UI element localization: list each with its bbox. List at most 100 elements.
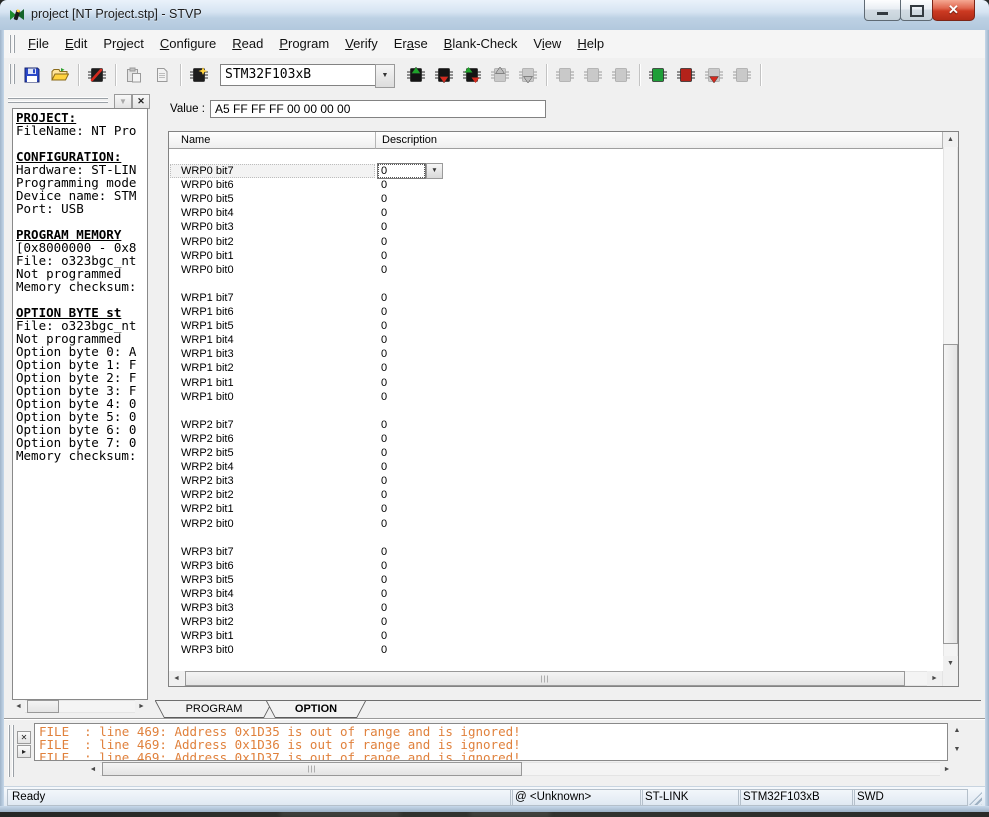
- paste-button: [120, 61, 148, 89]
- verify-current-tab-button[interactable]: [458, 61, 486, 89]
- table-row[interactable]: WRP1 bit30: [169, 347, 939, 361]
- table-row[interactable]: WRP2 bit00: [169, 517, 939, 531]
- table-row[interactable]: WRP2 bit60: [169, 432, 939, 446]
- table-row[interactable]: WRP1 bit50: [169, 319, 939, 333]
- table-row[interactable]: WRP0 bit40: [169, 206, 939, 220]
- table-row[interactable]: WRP2 bit50: [169, 446, 939, 460]
- table-row[interactable]: WRP3 bit20: [169, 615, 939, 629]
- scroll-right-icon[interactable]: ►: [940, 762, 954, 776]
- table-row[interactable]: WRP3 bit40: [169, 587, 939, 601]
- value-input[interactable]: A5 FF FF FF 00 00 00 00: [210, 100, 546, 118]
- info-panel-hscrollbar[interactable]: ◄ ►: [12, 700, 148, 713]
- scroll-left-icon[interactable]: ◄: [169, 671, 184, 686]
- open-button[interactable]: [46, 61, 74, 89]
- menu-help[interactable]: Help: [569, 30, 612, 58]
- output-hscrollbar[interactable]: ◄ ►: [86, 762, 954, 776]
- info-panel-close-button[interactable]: ✕: [132, 94, 150, 109]
- tab-option-byte[interactable]: OPTION BYTE: [266, 701, 366, 718]
- table-row[interactable]: WRP3 bit60: [169, 559, 939, 573]
- save-button[interactable]: [18, 61, 46, 89]
- device-select-value[interactable]: STM32F103xB: [220, 64, 375, 86]
- menu-program[interactable]: Program: [271, 30, 337, 58]
- menu-view[interactable]: View: [525, 30, 569, 58]
- table-row[interactable]: WRP0 bit70▼: [169, 164, 939, 178]
- output-log[interactable]: FILE : line 469: Address 0x1D35 is out o…: [34, 723, 948, 761]
- column-header-name[interactable]: Name: [169, 132, 376, 149]
- minimize-button[interactable]: [864, 0, 901, 21]
- device-select-dropdown-button[interactable]: ▼: [375, 64, 395, 88]
- table-row[interactable]: WRP3 bit70: [169, 545, 939, 559]
- select-device-button[interactable]: [185, 61, 213, 89]
- menu-project[interactable]: Project: [95, 30, 151, 58]
- table-row[interactable]: WRP0 bit50: [169, 192, 939, 206]
- program-current-tab-button[interactable]: [430, 61, 458, 89]
- table-row[interactable]: WRP1 bit70: [169, 291, 939, 305]
- menu-file[interactable]: File: [20, 30, 57, 58]
- output-vscrollbar[interactable]: ▲ ▼: [950, 723, 964, 761]
- table-row[interactable]: WRP3 bit00: [169, 643, 939, 657]
- table-row[interactable]: WRP2 bit70: [169, 418, 939, 432]
- output-close-button[interactable]: ✕: [17, 731, 31, 744]
- maximize-button[interactable]: [900, 0, 933, 21]
- scroll-down-icon[interactable]: ▼: [943, 656, 958, 671]
- table-row[interactable]: WRP2 bit10: [169, 502, 939, 516]
- table-row[interactable]: WRP2 bit40: [169, 460, 939, 474]
- menu-erase[interactable]: Erase: [386, 30, 436, 58]
- table-row[interactable]: WRP1 bit10: [169, 376, 939, 390]
- scroll-up-icon[interactable]: ▲: [950, 723, 964, 737]
- edit-option-bytes-button[interactable]: [83, 61, 111, 89]
- menu-read[interactable]: Read: [224, 30, 271, 58]
- toolbar-grip[interactable]: [9, 64, 15, 84]
- close-button[interactable]: ✕: [932, 0, 975, 21]
- scroll-left-icon[interactable]: ◄: [12, 700, 25, 713]
- erase-device-button[interactable]: [672, 61, 700, 89]
- status-address: @ <Unknown>: [510, 789, 643, 806]
- table-row[interactable]: WRP1 bit60: [169, 305, 939, 319]
- scroll-right-icon[interactable]: ►: [135, 700, 148, 713]
- resize-grip[interactable]: [969, 792, 982, 805]
- table-row[interactable]: WRP2 bit20: [169, 488, 939, 502]
- table-row[interactable]: WRP0 bit60: [169, 178, 939, 192]
- table-row[interactable]: WRP3 bit50: [169, 573, 939, 587]
- scrollbar-thumb[interactable]: [102, 762, 522, 776]
- device-select[interactable]: STM32F103xB ▼: [220, 64, 395, 86]
- scroll-right-icon[interactable]: ►: [927, 671, 942, 686]
- table-vscrollbar[interactable]: ▲ ▼: [943, 132, 958, 671]
- scrollbar-thumb[interactable]: [943, 344, 958, 644]
- bit-value-field[interactable]: 0: [377, 163, 426, 179]
- table-hscrollbar[interactable]: ◄ ►: [169, 671, 943, 686]
- title-bar[interactable]: project [NT Project.stp] - STVP ✕: [0, 0, 989, 30]
- table-row[interactable]: WRP0 bit10: [169, 249, 939, 263]
- output-pane-grip[interactable]: [8, 725, 14, 777]
- output-next-button[interactable]: ▸: [17, 745, 31, 758]
- info-line: FileName: NT Pro: [16, 124, 147, 137]
- scrollbar-thumb[interactable]: [185, 671, 905, 686]
- menu-configure[interactable]: Configure: [152, 30, 224, 58]
- table-row[interactable]: WRP0 bit00: [169, 263, 939, 277]
- scroll-up-icon[interactable]: ▲: [943, 132, 958, 147]
- table-row[interactable]: WRP3 bit10: [169, 629, 939, 643]
- scrollbar-thumb[interactable]: [27, 700, 59, 713]
- menu-grip[interactable]: [9, 35, 15, 53]
- project-info-panel[interactable]: PROJECT:FileName: NT Pro CONFIGURATION:H…: [12, 108, 148, 700]
- read-current-tab-button[interactable]: [402, 61, 430, 89]
- menu-verify[interactable]: Verify: [337, 30, 386, 58]
- tab-program-memory[interactable]: PROGRAM MEMORY: [155, 701, 273, 718]
- menu-blank-check[interactable]: Blank-Check: [436, 30, 526, 58]
- table-row[interactable]: WRP1 bit40: [169, 333, 939, 347]
- blank-check-device-button[interactable]: [644, 61, 672, 89]
- info-panel-grip[interactable]: [8, 97, 108, 103]
- table-row[interactable]: WRP2 bit30: [169, 474, 939, 488]
- table-row[interactable]: WRP1 bit20: [169, 361, 939, 375]
- combobox-dropdown-button[interactable]: ▼: [426, 163, 443, 179]
- column-header-description[interactable]: Description: [376, 132, 943, 149]
- bit-value-combobox[interactable]: 0▼: [377, 163, 443, 179]
- table-row[interactable]: WRP0 bit30: [169, 220, 939, 234]
- info-panel-menu-button[interactable]: ▼: [114, 94, 132, 109]
- scroll-left-icon[interactable]: ◄: [86, 762, 100, 776]
- table-row[interactable]: WRP3 bit30: [169, 601, 939, 615]
- table-row[interactable]: WRP1 bit00: [169, 390, 939, 404]
- table-row[interactable]: WRP0 bit20: [169, 235, 939, 249]
- scroll-down-icon[interactable]: ▼: [950, 742, 964, 756]
- menu-edit[interactable]: Edit: [57, 30, 95, 58]
